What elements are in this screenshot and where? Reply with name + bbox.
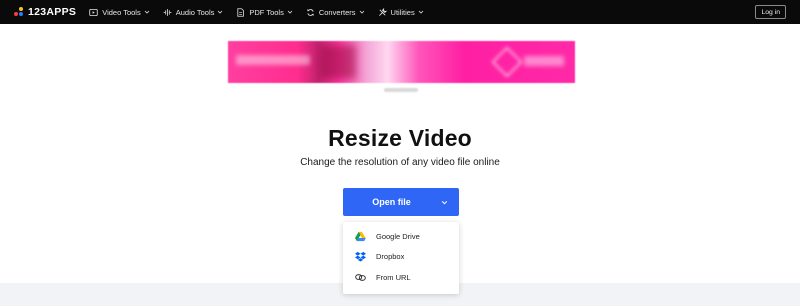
chevron-down-icon (441, 200, 447, 204)
menu-converters-label: Converters (318, 7, 356, 17)
menu-audio-tools[interactable]: Audio Tools (163, 0, 224, 24)
source-from-url[interactable]: From URL (343, 267, 459, 288)
pdf-icon (236, 7, 245, 17)
menu-converters[interactable]: Converters (306, 0, 365, 24)
source-dropbox-label: Dropbox (376, 252, 405, 262)
video-icon (89, 8, 98, 17)
menu-video-tools-label: Video Tools (102, 7, 141, 17)
source-from-url-label: From URL (376, 272, 411, 282)
menu-pdf-tools-label: PDF Tools (249, 7, 284, 17)
logo-text: 123APPS (28, 6, 77, 18)
convert-icon (306, 8, 315, 17)
main-menu: Video Tools Audio Tools PDF Tools Conver… (89, 0, 436, 24)
chevron-down-icon (359, 9, 365, 15)
open-file-source-menu: Google Drive Dropbox From URL (343, 222, 459, 294)
ad-banner[interactable] (228, 41, 575, 83)
link-icon (355, 272, 366, 283)
source-google-drive-label: Google Drive (376, 231, 420, 241)
logo-icon (14, 7, 24, 17)
page-title: Resize Video (328, 125, 472, 151)
open-file-label: Open file (372, 197, 411, 207)
login-button[interactable]: Log in (755, 5, 786, 19)
source-dropbox[interactable]: Dropbox (343, 247, 459, 268)
source-google-drive[interactable]: Google Drive (343, 226, 459, 247)
chevron-down-icon (418, 9, 424, 15)
google-drive-icon (355, 231, 366, 242)
chevron-down-icon (217, 9, 223, 15)
open-file-dropdown-toggle[interactable] (429, 188, 459, 216)
chevron-down-icon (144, 9, 150, 15)
chevron-down-icon (287, 9, 293, 15)
menu-audio-tools-label: Audio Tools (175, 7, 215, 17)
menu-pdf-tools[interactable]: PDF Tools (236, 0, 293, 24)
menu-video-tools[interactable]: Video Tools (89, 0, 150, 24)
audio-wave-icon (163, 8, 172, 17)
menu-utilities-label: Utilities (390, 7, 415, 17)
open-file-button[interactable]: Open file (343, 188, 459, 216)
tools-icon (378, 7, 387, 17)
menu-utilities[interactable]: Utilities (378, 0, 424, 24)
ad-caption (384, 88, 418, 92)
page-subtitle: Change the resolution of any video file … (300, 157, 500, 168)
top-navbar: 123APPS Video Tools Audio Tools PDF Tool… (0, 0, 800, 24)
brand-logo[interactable]: 123APPS (14, 0, 76, 24)
dropbox-icon (355, 251, 366, 262)
